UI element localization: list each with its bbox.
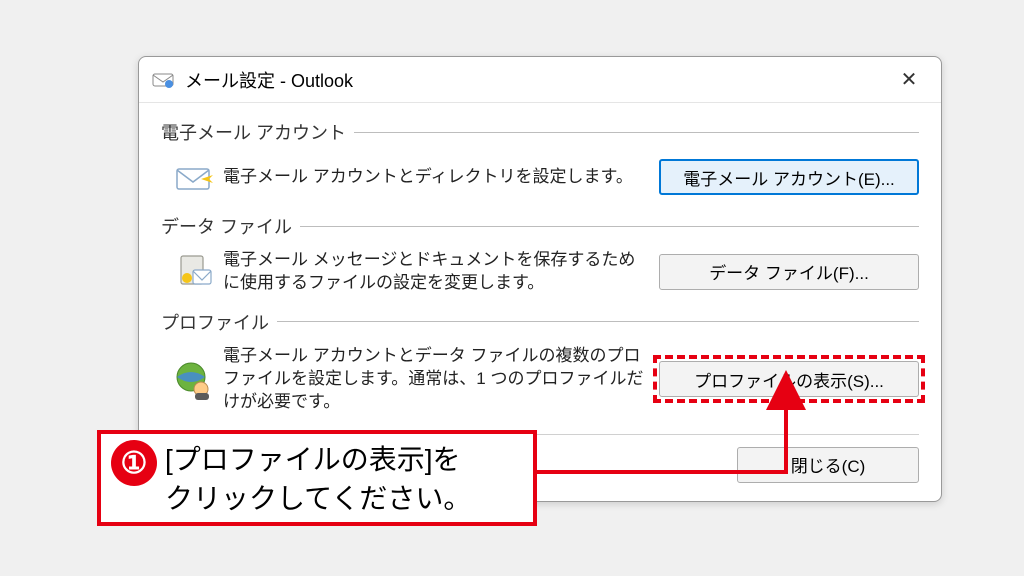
step-badge: ①	[111, 440, 157, 486]
section-header: 電子メール アカウント	[161, 119, 919, 145]
mail-setup-icon	[151, 68, 175, 92]
section-header: プロファイル	[161, 309, 919, 335]
section-data-files: データ ファイル 電子メール メッセージとドキュメントを保存するために使用するフ…	[161, 213, 919, 301]
section-profiles: プロファイル 電子メール アカウントとデータ ファイルの複数のプロファイルを設定…	[161, 309, 919, 420]
callout-text: [プロファイルの表示]を クリックしてください。	[165, 440, 471, 518]
section-description: 電子メール アカウントとデータ ファイルの複数のプロファイルを設定します。通常は…	[223, 345, 659, 414]
section-row: 電子メール アカウントとデータ ファイルの複数のプロファイルを設定します。通常は…	[161, 341, 919, 420]
envelope-icon	[171, 155, 215, 199]
section-header: データ ファイル	[161, 213, 919, 239]
email-accounts-button[interactable]: 電子メール アカウント(E)...	[659, 159, 919, 195]
close-icon[interactable]: ✕	[889, 64, 929, 96]
data-files-button[interactable]: データ ファイル(F)...	[659, 254, 919, 290]
section-description: 電子メール アカウントとディレクトリを設定します。	[223, 166, 659, 189]
section-row: 電子メール アカウントとディレクトリを設定します。 電子メール アカウント(E)…	[161, 151, 919, 205]
section-legend: 電子メール アカウント	[161, 119, 354, 145]
section-legend: データ ファイル	[161, 213, 300, 239]
divider	[354, 132, 919, 133]
close-button[interactable]: 閉じる(C)	[737, 447, 919, 483]
section-email-accounts: 電子メール アカウント 電子メール アカウントとディレクトリを設定します。 電子…	[161, 119, 919, 205]
dialog-title: メール設定 - Outlook	[185, 67, 889, 93]
divider	[300, 226, 919, 227]
data-file-icon	[171, 250, 215, 294]
section-description: 電子メール メッセージとドキュメントを保存するために使用するファイルの設定を変更…	[223, 249, 659, 295]
section-legend: プロファイル	[161, 309, 277, 335]
globe-profile-icon	[171, 357, 215, 401]
instruction-callout: ① [プロファイルの表示]を クリックしてください。	[97, 430, 537, 526]
show-profiles-button[interactable]: プロファイルの表示(S)...	[659, 361, 919, 397]
section-row: 電子メール メッセージとドキュメントを保存するために使用するファイルの設定を変更…	[161, 245, 919, 301]
titlebar: メール設定 - Outlook ✕	[139, 57, 941, 103]
divider	[277, 321, 919, 322]
